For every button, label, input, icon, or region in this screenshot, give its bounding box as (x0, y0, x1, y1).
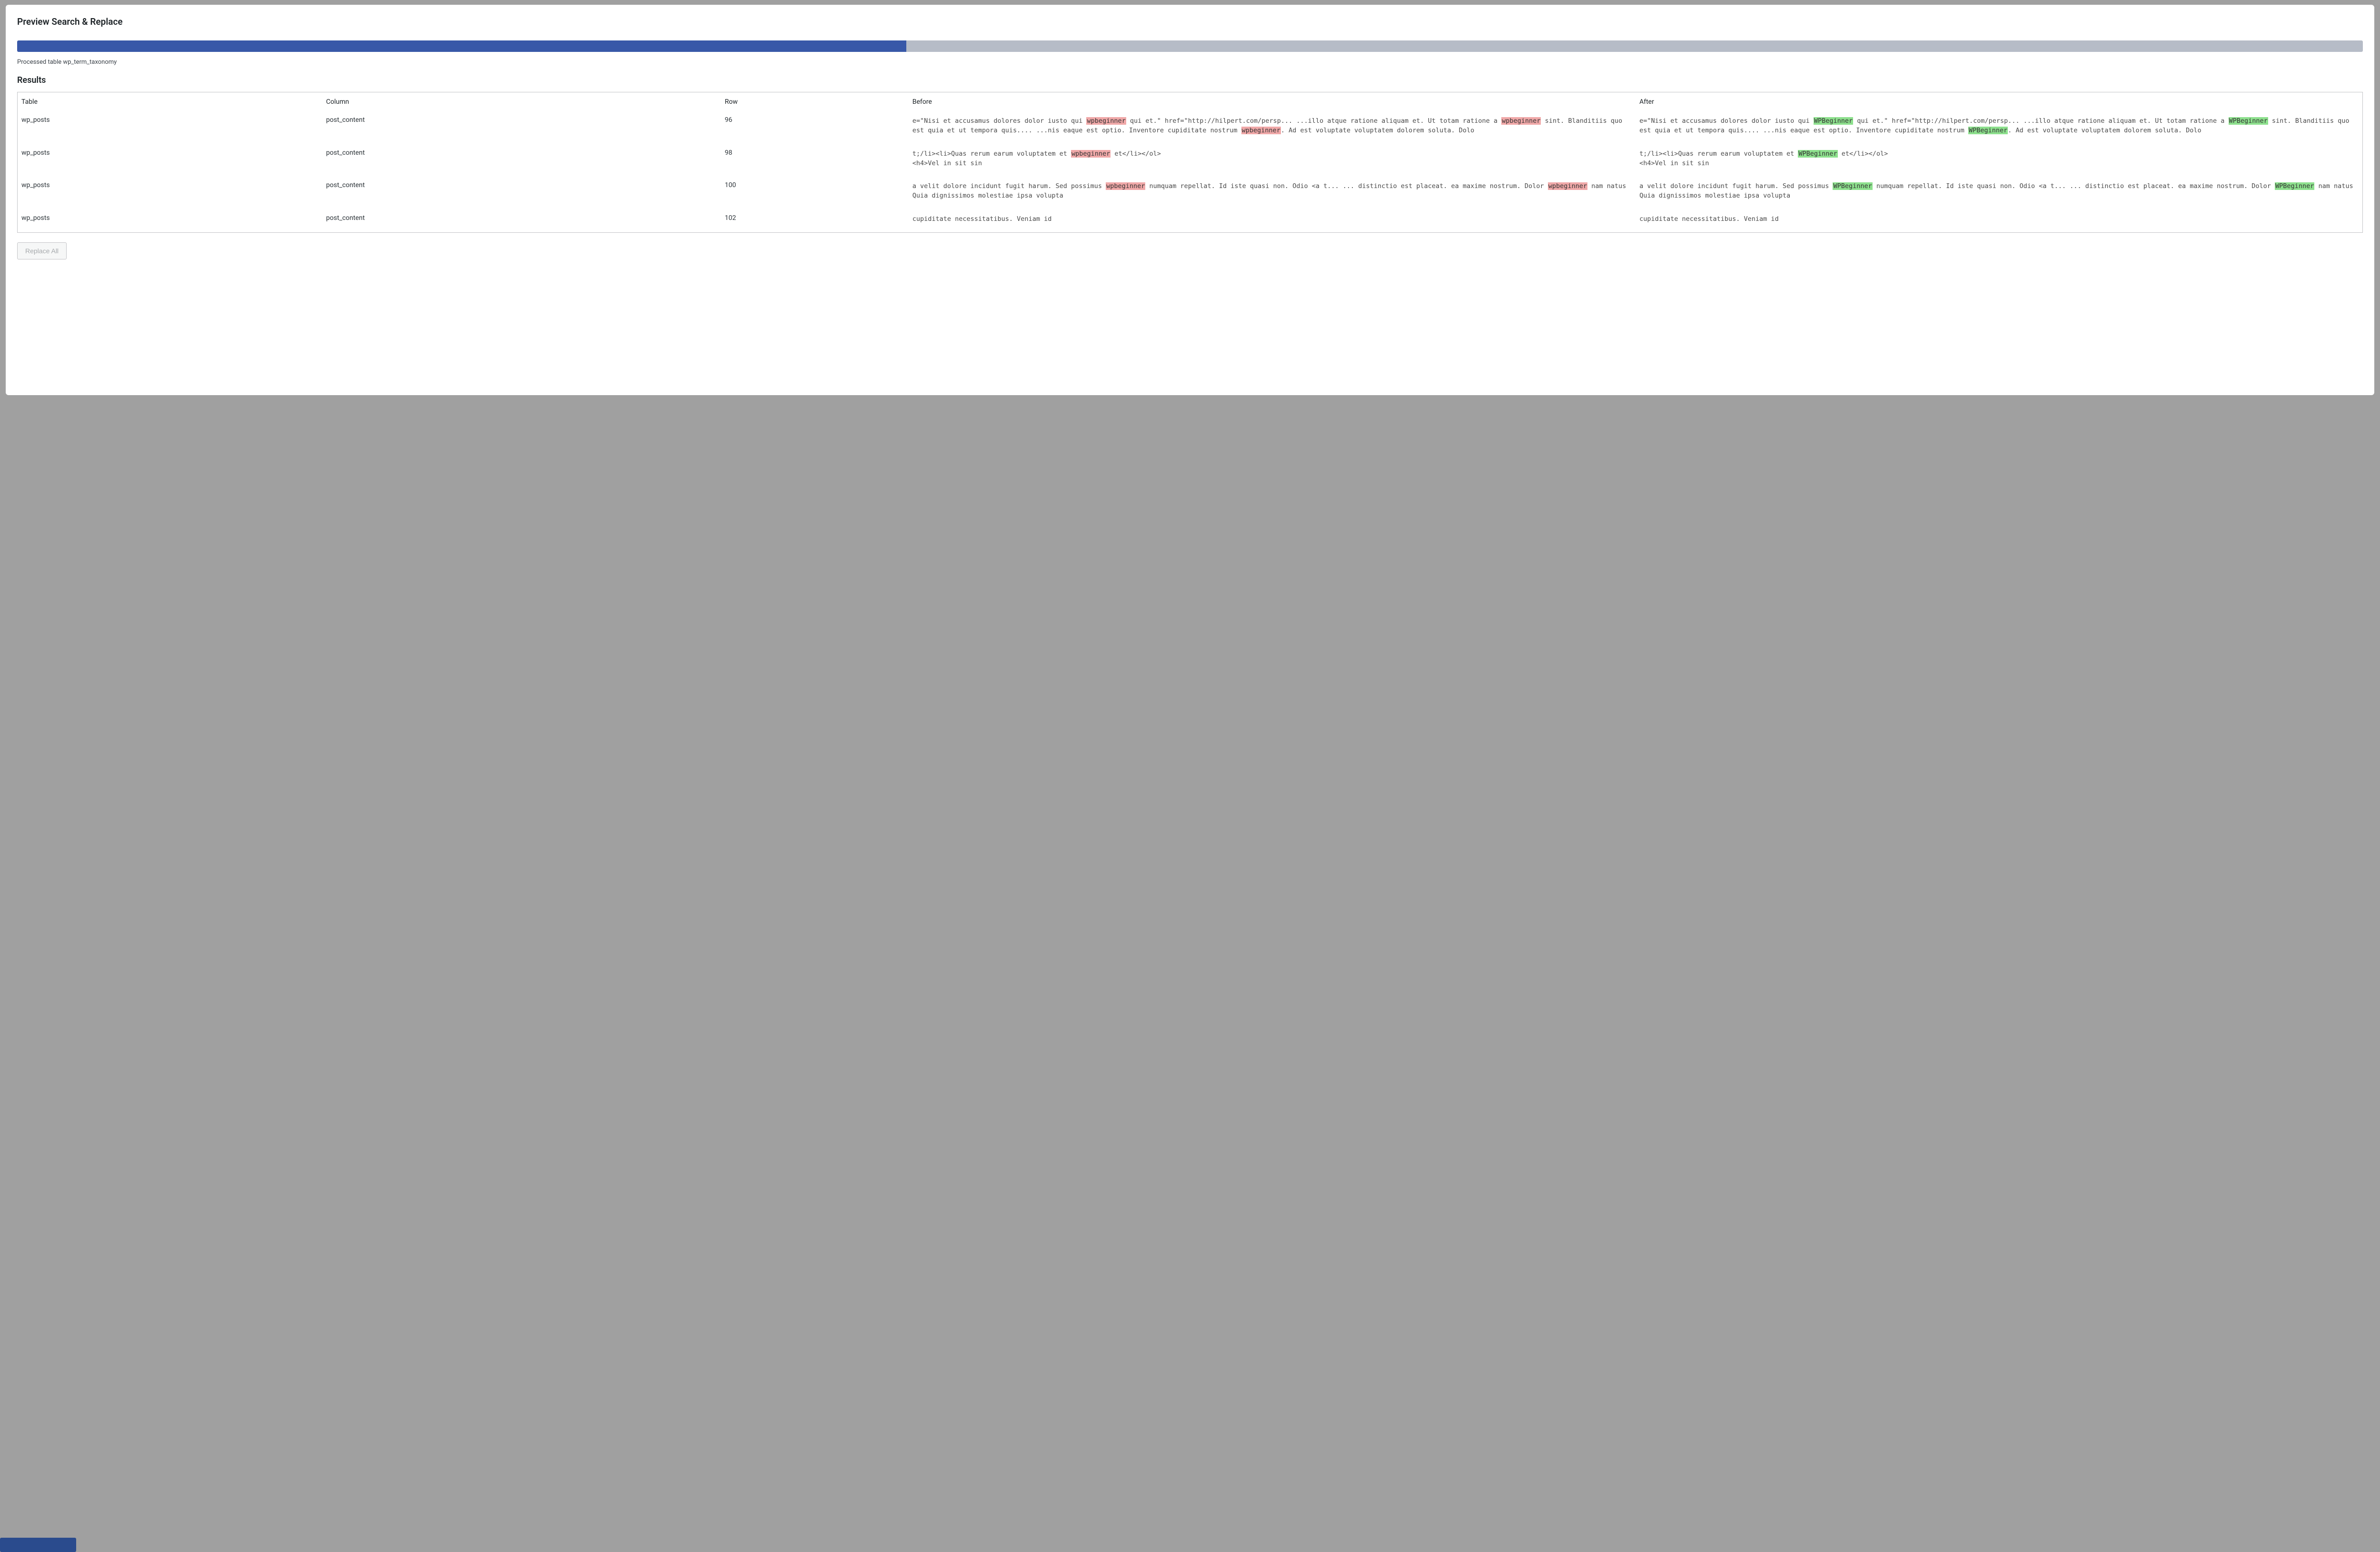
code-block: e="Nisi et accusamus dolores dolor iusto… (1639, 116, 2359, 136)
progress-fill (17, 40, 906, 52)
highlight-before: wpbeginner (1106, 182, 1145, 190)
cell-after: a velit dolore incidunt fugit harum. Sed… (1636, 177, 2362, 209)
table-row: wp_postspost_content100a velit dolore in… (18, 177, 2363, 209)
cell-before: t;/li><li>Quas rerum earum voluptatem et… (909, 144, 1636, 177)
cell-before: cupiditate necessitatibus. Veniam id (909, 209, 1636, 233)
highlight-after: WPBeginner (2275, 182, 2314, 190)
preview-modal: Preview Search & Replace Processed table… (6, 5, 2374, 395)
cell-after: t;/li><li>Quas rerum earum voluptatem et… (1636, 144, 2362, 177)
cell-table: wp_posts (18, 144, 323, 177)
cell-table: wp_posts (18, 177, 323, 209)
highlight-after: WPBeginner (1814, 117, 1853, 125)
header-row: Row (721, 92, 909, 112)
code-block: e="Nisi et accusamus dolores dolor iusto… (912, 116, 1632, 136)
cell-row: 96 (721, 111, 909, 144)
code-block: a velit dolore incidunt fugit harum. Sed… (912, 181, 1632, 201)
cell-before: a velit dolore incidunt fugit harum. Sed… (909, 177, 1636, 209)
header-column: Column (322, 92, 721, 112)
cell-table: wp_posts (18, 209, 323, 233)
cell-before: e="Nisi et accusamus dolores dolor iusto… (909, 111, 1636, 144)
header-before: Before (909, 92, 1636, 112)
cell-column: post_content (322, 111, 721, 144)
cell-column: post_content (322, 209, 721, 233)
table-row: wp_postspost_content96e="Nisi et accusam… (18, 111, 2363, 144)
cell-table: wp_posts (18, 111, 323, 144)
modal-title: Preview Search & Replace (17, 16, 2363, 27)
highlight-before: wpbeginner (1501, 117, 1541, 125)
progress-bar (17, 40, 2363, 52)
highlight-before: wpbeginner (1086, 117, 1126, 125)
status-text: Processed table wp_term_taxonomy (17, 59, 2363, 66)
cell-after: cupiditate necessitatibus. Veniam id (1636, 209, 2362, 233)
cell-after: e="Nisi et accusamus dolores dolor iusto… (1636, 111, 2362, 144)
header-after: After (1636, 92, 2362, 112)
background-button-strip (0, 1538, 76, 1552)
results-table: Table Column Row Before After wp_postspo… (17, 92, 2363, 233)
table-row: wp_postspost_content98t;/li><li>Quas rer… (18, 144, 2363, 177)
cell-column: post_content (322, 144, 721, 177)
code-block: t;/li><li>Quas rerum earum voluptatem et… (1639, 149, 2359, 169)
header-table: Table (18, 92, 323, 112)
cell-row: 98 (721, 144, 909, 177)
cell-column: post_content (322, 177, 721, 209)
table-row: wp_postspost_content102cupiditate necess… (18, 209, 2363, 233)
highlight-before: wpbeginner (1071, 150, 1111, 158)
highlight-before: wpbeginner (1548, 182, 1587, 190)
highlight-after: WPBeginner (1833, 182, 1872, 190)
highlight-after: WPBeginner (2229, 117, 2268, 125)
code-block: cupiditate necessitatibus. Veniam id (1639, 214, 2359, 224)
highlight-after: WPBeginner (1968, 127, 2008, 134)
highlight-before: wpbeginner (1241, 127, 1281, 134)
code-block: a velit dolore incidunt fugit harum. Sed… (1639, 181, 2359, 201)
highlight-after: WPBeginner (1798, 150, 1837, 158)
cell-row: 100 (721, 177, 909, 209)
code-block: cupiditate necessitatibus. Veniam id (912, 214, 1632, 224)
replace-all-button[interactable]: Replace All (17, 242, 67, 259)
cell-row: 102 (721, 209, 909, 233)
table-header-row: Table Column Row Before After (18, 92, 2363, 112)
results-heading: Results (17, 75, 2363, 85)
code-block: t;/li><li>Quas rerum earum voluptatem et… (912, 149, 1632, 169)
